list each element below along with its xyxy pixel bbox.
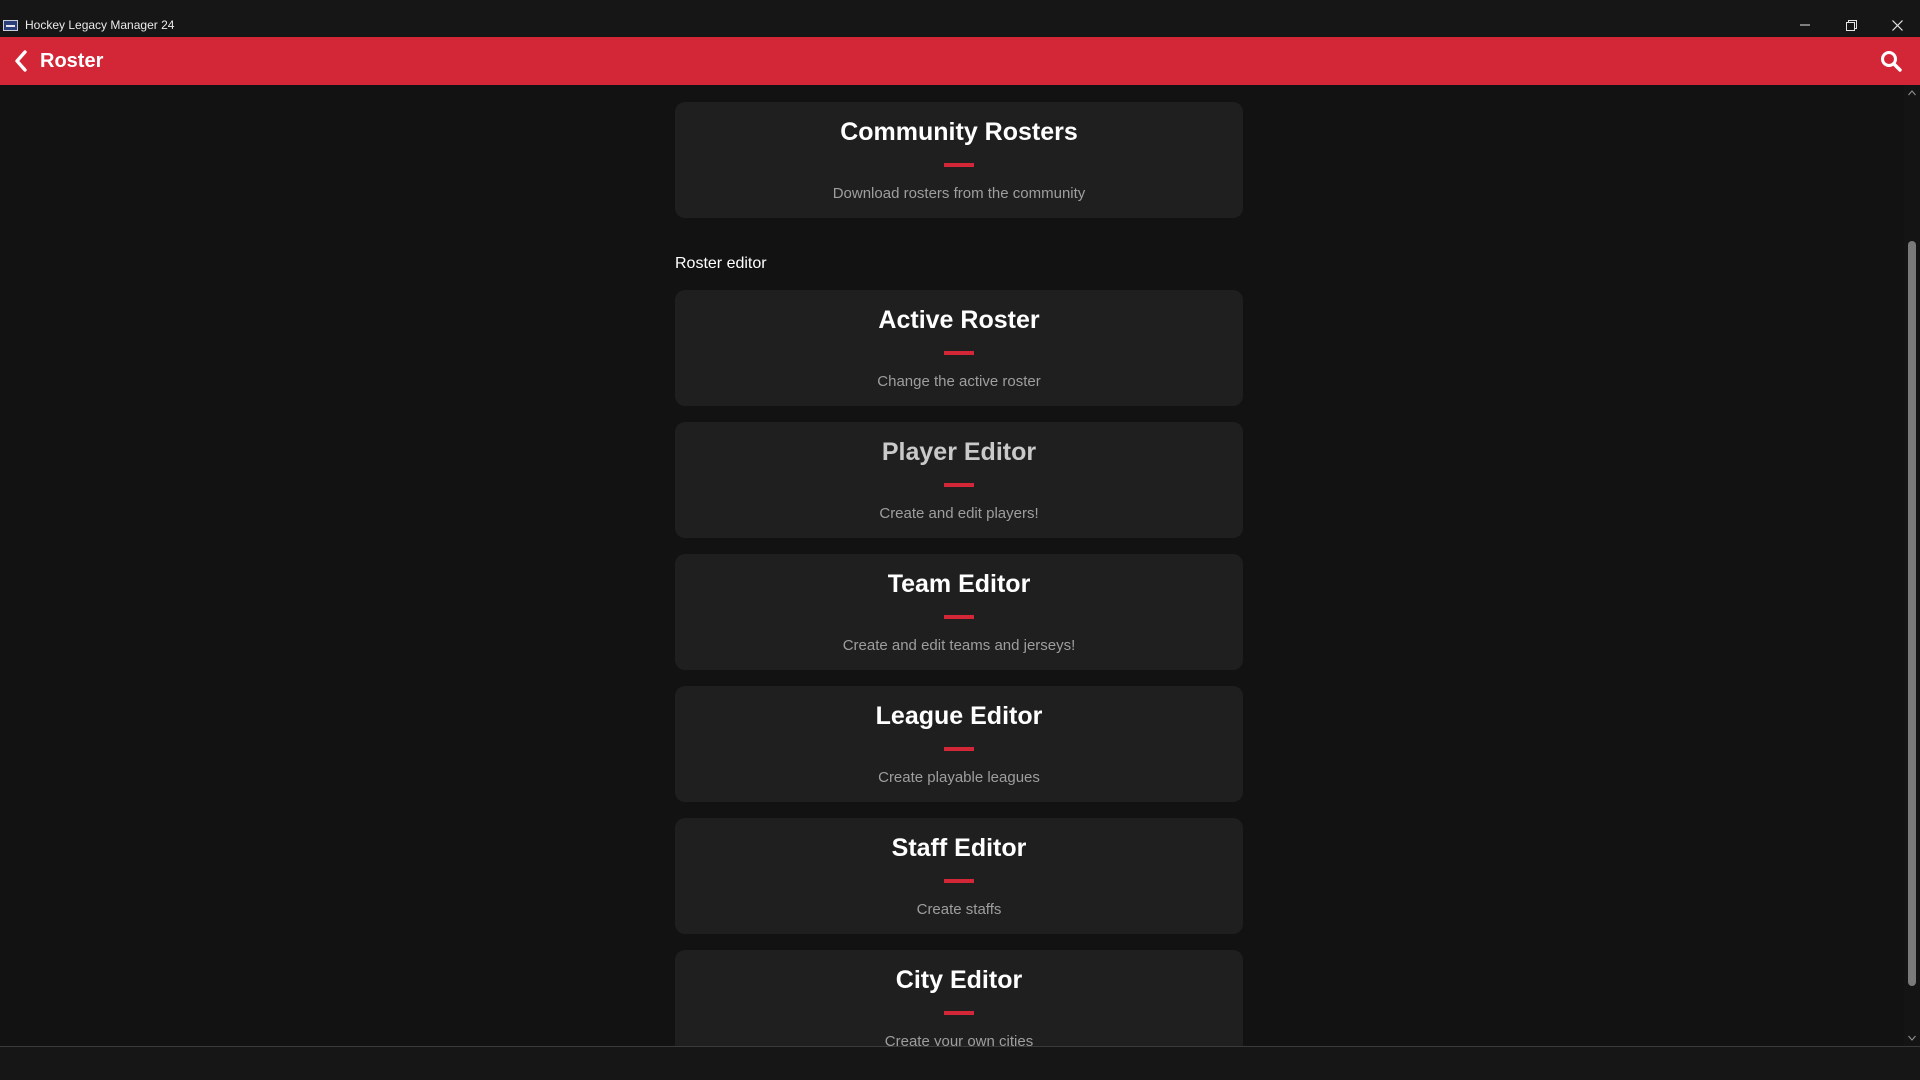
card-title: Player Editor [881, 438, 1037, 466]
scroll-down-icon[interactable] [1904, 1030, 1920, 1046]
card-divider [944, 163, 974, 167]
card-divider [944, 483, 974, 487]
restore-button[interactable] [1828, 13, 1874, 37]
card-title: City Editor [895, 966, 1023, 994]
card-divider [944, 747, 974, 751]
card-title: League Editor [875, 702, 1043, 730]
search-icon[interactable] [1878, 48, 1904, 74]
page-title: Roster [40, 49, 104, 72]
bottom-bar [0, 1046, 1920, 1080]
minimize-button[interactable] [1782, 13, 1828, 37]
chevron-left-icon[interactable] [8, 48, 34, 74]
app-header: Roster [0, 37, 1920, 85]
staff-editor-card[interactable]: Staff Editor Create staffs [675, 818, 1243, 934]
window-title: Hockey Legacy Manager 24 [25, 18, 175, 32]
minimize-icon [1800, 24, 1810, 26]
active-roster-card[interactable]: Active Roster Change the active roster [675, 290, 1243, 406]
card-description: Create and edit players! [879, 505, 1039, 522]
scrollbar-thumb[interactable] [1908, 241, 1916, 986]
card-title: Active Roster [878, 306, 1040, 334]
restore-icon [1845, 19, 1857, 31]
player-editor-card[interactable]: Player Editor Create and edit players! [675, 422, 1243, 538]
card-description: Create and edit teams and jerseys! [842, 637, 1076, 654]
vertical-scrollbar[interactable] [1904, 85, 1920, 1046]
card-description: Download rosters from the community [832, 185, 1086, 202]
team-editor-card[interactable]: Team Editor Create and edit teams and je… [675, 554, 1243, 670]
app-logo-icon [3, 19, 18, 31]
card-description: Create your own cities [884, 1033, 1034, 1046]
card-description: Change the active roster [877, 373, 1041, 390]
league-editor-card[interactable]: League Editor Create playable leagues [675, 686, 1243, 802]
window-top-strip [0, 0, 1920, 13]
card-divider [944, 879, 974, 883]
card-divider [944, 351, 974, 355]
community-rosters-card[interactable]: Community Rosters Download rosters from … [675, 102, 1243, 218]
card-description: Create staffs [916, 901, 1002, 918]
card-divider [944, 615, 974, 619]
close-button[interactable] [1874, 13, 1920, 37]
window-titlebar: Hockey Legacy Manager 24 [0, 13, 1920, 37]
close-icon [1891, 19, 1903, 31]
card-title: Staff Editor [891, 834, 1027, 862]
city-editor-card[interactable]: City Editor Create your own cities [675, 950, 1243, 1046]
content-area: Community Rosters Download rosters from … [0, 85, 1904, 1046]
card-description: Create playable leagues [878, 769, 1040, 786]
section-label: Roster editor [675, 255, 767, 272]
card-title: Team Editor [887, 570, 1031, 598]
scroll-up-icon[interactable] [1904, 85, 1920, 101]
window-controls [1782, 13, 1920, 37]
card-title: Community Rosters [840, 118, 1078, 146]
card-divider [944, 1011, 974, 1015]
